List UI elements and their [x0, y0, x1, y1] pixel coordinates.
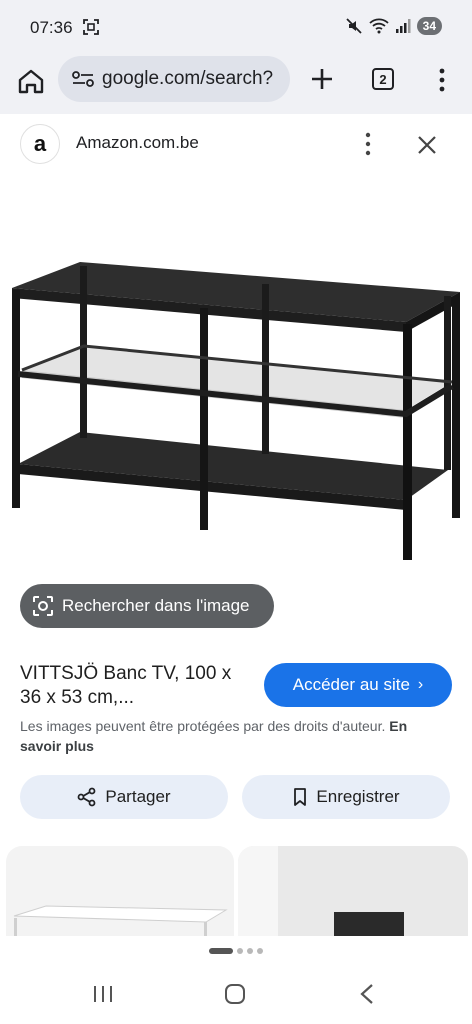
share-label: Partager	[105, 787, 171, 806]
result-title[interactable]: VITTSJÖ Banc TV, 100 x 36 x 53 cm,...	[20, 662, 252, 710]
search-in-image-button[interactable]: Rechercher dans l'image	[20, 584, 274, 628]
product-image[interactable]	[0, 174, 472, 574]
related-image-card[interactable]	[6, 846, 234, 936]
source-name[interactable]: Amazon.com.be	[76, 133, 199, 153]
mute-icon	[346, 18, 362, 34]
signal-icon	[395, 19, 411, 33]
recent-apps-icon[interactable]	[92, 984, 114, 1004]
pager-dot[interactable]	[237, 948, 243, 954]
close-icon[interactable]	[414, 132, 440, 158]
related-thumbnail-white-bench	[13, 905, 228, 936]
wifi-icon	[369, 18, 389, 34]
home-icon[interactable]	[16, 66, 46, 96]
pager-dot[interactable]	[247, 948, 253, 954]
home-nav-icon[interactable]	[224, 983, 246, 1005]
back-icon[interactable]	[358, 983, 376, 1005]
status-icons: 34	[345, 17, 442, 35]
result-header: a Amazon.com.be	[0, 114, 472, 174]
browser-toolbar: google.com/search? 2	[0, 56, 472, 114]
tab-switcher-button[interactable]: 2	[372, 68, 394, 90]
more-options-icon[interactable]	[358, 130, 378, 158]
save-label: Enregistrer	[316, 787, 400, 806]
site-settings-icon[interactable]	[72, 70, 94, 88]
amazon-logo: a	[20, 124, 60, 164]
screenshot-icon	[83, 19, 99, 35]
bookmark-icon	[294, 788, 307, 806]
save-button[interactable]: Enregistrer	[242, 775, 450, 819]
search-in-image-label: Rechercher dans l'image	[62, 596, 250, 615]
pager-dot-active[interactable]	[209, 948, 233, 954]
visit-site-button[interactable]: Accéder au site ›	[264, 663, 452, 707]
related-thumbnail-room	[238, 846, 404, 936]
image-pager	[0, 936, 472, 966]
related-image-card[interactable]	[238, 846, 468, 936]
status-time: 07:36	[30, 18, 73, 37]
more-options-icon[interactable]	[432, 66, 452, 94]
battery-indicator: 34	[416, 17, 442, 35]
share-button[interactable]: Partager	[20, 775, 228, 819]
copyright-notice: Les images peuvent être protégées par de…	[20, 716, 440, 756]
url-text: google.com/search?	[102, 68, 274, 89]
amazon-logo-letter: a	[33, 131, 47, 156]
pager-dot[interactable]	[257, 948, 263, 954]
status-bar: 07:36 34	[0, 0, 472, 56]
visit-site-label: Accéder au site	[292, 675, 410, 694]
system-navigation-bar	[0, 966, 472, 1024]
copyright-text: Les images peuvent être protégées par de…	[20, 718, 386, 734]
new-tab-icon[interactable]	[308, 65, 336, 93]
chevron-right-icon: ›	[417, 676, 424, 693]
address-bar[interactable]: google.com/search?	[58, 56, 290, 102]
lens-icon	[33, 596, 53, 616]
share-icon	[77, 787, 96, 807]
